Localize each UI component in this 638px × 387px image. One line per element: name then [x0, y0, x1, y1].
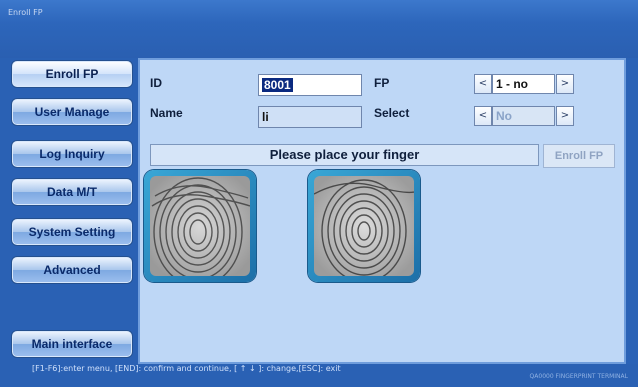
status-message: Please place your finger: [150, 144, 539, 166]
main-interface-button[interactable]: Main interface: [11, 330, 133, 358]
fp-value: 1 - no: [492, 74, 555, 94]
sidebar-item-log-inquiry[interactable]: Log Inquiry: [11, 140, 133, 168]
name-input[interactable]: li: [258, 106, 362, 128]
id-value: 8001: [262, 78, 293, 92]
id-label: ID: [150, 76, 162, 90]
sidebar-item-data-mt[interactable]: Data M/T: [11, 178, 133, 206]
enroll-fp-button[interactable]: Enroll FP: [543, 144, 615, 168]
sidebar: Enroll FP User Manage Log Inquiry Data M…: [0, 58, 138, 364]
sidebar-item-advanced[interactable]: Advanced: [11, 256, 133, 284]
select-label: Select: [374, 106, 410, 120]
fp-prev-button[interactable]: <: [474, 74, 492, 94]
select-prev-button[interactable]: <: [474, 106, 492, 126]
window-title: Enroll FP: [8, 8, 43, 17]
enroll-panel: ID 8001 Name li FP < 1 - no > Select < N…: [138, 58, 626, 364]
footer-brand: QA0000 FINGERPRINT TERMINAL: [529, 373, 628, 380]
footer-help-text: [F1-F6]:enter menu, [END]: confirm and c…: [32, 364, 341, 373]
id-input[interactable]: 8001: [258, 74, 362, 96]
fp-next-button[interactable]: >: [556, 74, 574, 94]
fingerprint-icon: [314, 176, 414, 276]
sidebar-item-enroll-fp[interactable]: Enroll FP: [11, 60, 133, 88]
select-next-button[interactable]: >: [556, 106, 574, 126]
sidebar-item-user-manage[interactable]: User Manage: [11, 98, 133, 126]
fingerprint-image-1: [144, 170, 256, 282]
select-value: No: [492, 106, 555, 126]
fingerprint-icon: [150, 176, 250, 276]
name-label: Name: [150, 106, 183, 120]
fingerprint-image-2: [308, 170, 420, 282]
title-bar: Enroll FP: [0, 0, 638, 58]
footer: [F1-F6]:enter menu, [END]: confirm and c…: [0, 364, 638, 387]
fp-label: FP: [374, 76, 390, 90]
sidebar-item-system-setting[interactable]: System Setting: [11, 218, 133, 246]
